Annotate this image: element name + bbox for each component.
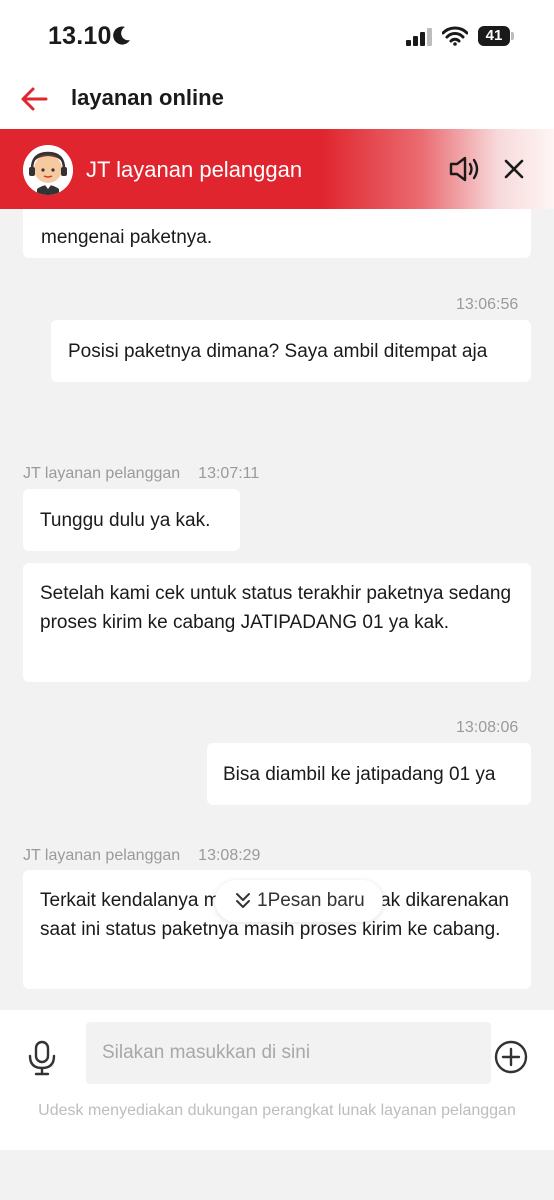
agent-message: mengenai paketnya.: [23, 209, 531, 258]
battery-icon: 41: [478, 26, 514, 46]
close-icon[interactable]: [502, 157, 526, 181]
app-header: layanan online: [0, 72, 554, 129]
user-message: Bisa diambil ke jatipadang 01 ya: [207, 743, 531, 805]
battery-level: 41: [478, 26, 510, 46]
signal-icon: [406, 28, 432, 46]
agent-message: Tunggu dulu ya kak.: [23, 489, 240, 551]
message-input[interactable]: [86, 1022, 491, 1084]
back-arrow-icon[interactable]: [18, 84, 52, 114]
message-text: Bisa diambil ke jatipadang 01 ya: [223, 764, 496, 785]
user-message: Posisi paketnya dimana? Saya ambil ditem…: [51, 320, 531, 382]
message-text: Posisi paketnya dimana? Saya ambil ditem…: [68, 341, 488, 362]
mic-icon[interactable]: [26, 1040, 58, 1076]
message-time: 13:08:29: [198, 847, 261, 864]
agent-banner: JT layanan pelanggan: [0, 129, 554, 209]
moon-icon: [113, 26, 130, 45]
message-time: 13:07:11: [198, 465, 260, 482]
agent-message: Setelah kami cek untuk status terakhir p…: [23, 563, 531, 682]
status-time: 13.10: [48, 22, 112, 50]
double-chevron-down-icon: [236, 893, 250, 908]
message-text: Setelah kami cek untuk status terakhir p…: [40, 583, 512, 633]
footer-note: Udesk menyediakan dukungan perangkat lun…: [38, 1102, 516, 1119]
page-title: layanan online: [71, 85, 224, 110]
agent-avatar-icon: [23, 145, 73, 195]
message-sender: JT layanan pelanggan 13:07:11: [23, 465, 259, 483]
message-time: 13:08:06: [456, 719, 519, 736]
speaker-icon[interactable]: [448, 155, 482, 183]
status-bar: 13.10 41: [0, 0, 554, 72]
new-message-label: 1Pesan baru: [257, 890, 365, 911]
message-text: mengenai paketnya.: [41, 227, 213, 248]
plus-circle-icon[interactable]: [494, 1040, 528, 1074]
agent-name: JT layanan pelanggan: [86, 157, 303, 182]
new-message-button[interactable]: 1Pesan baru: [215, 880, 383, 922]
bottom-safe-area: [0, 1150, 554, 1200]
message-time: 13:06:56: [456, 296, 519, 313]
sender-name: JT layanan pelanggan: [23, 847, 181, 864]
wifi-icon: [442, 26, 468, 46]
message-sender: JT layanan pelanggan 13:08:29: [23, 847, 260, 865]
sender-name: JT layanan pelanggan: [23, 465, 181, 482]
input-bar: Udesk menyediakan dukungan perangkat lun…: [0, 1010, 554, 1150]
message-text: Tunggu dulu ya kak.: [40, 510, 211, 531]
